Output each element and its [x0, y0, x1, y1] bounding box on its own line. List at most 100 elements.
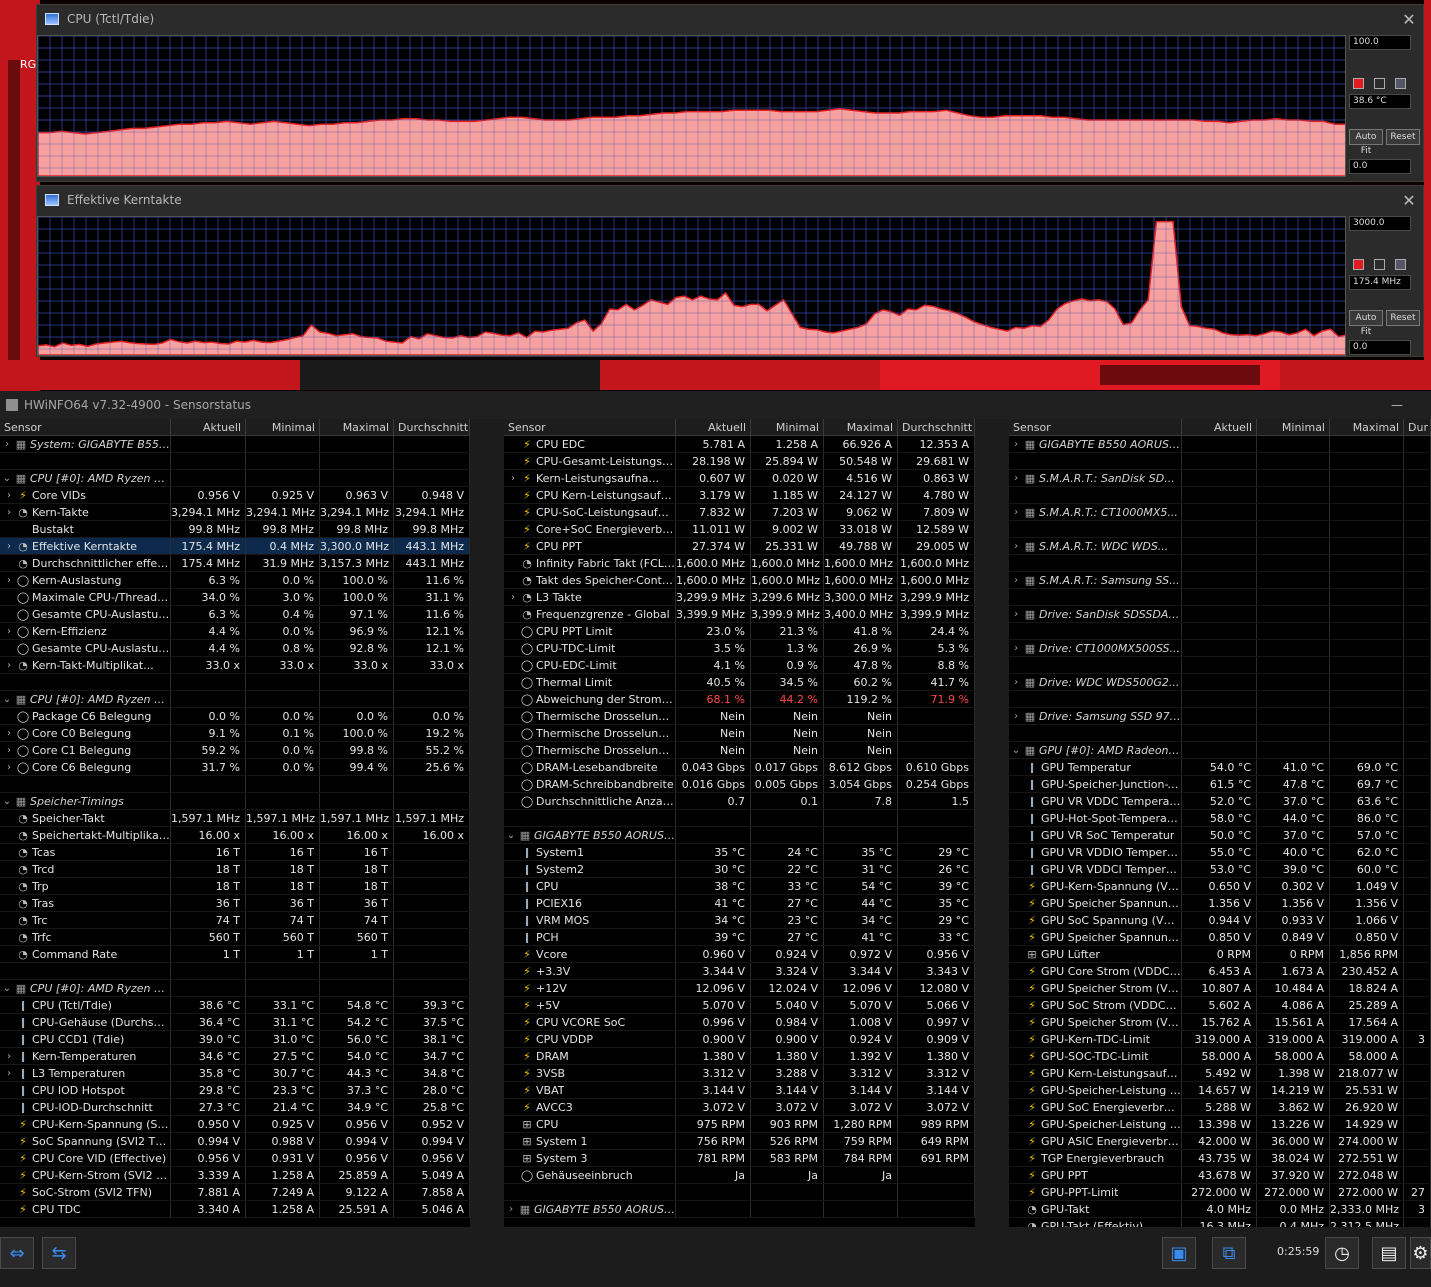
- chevron-down-icon[interactable]: ⌄: [0, 793, 14, 809]
- chevron-right-icon[interactable]: ›: [1009, 538, 1023, 554]
- sensor-row[interactable]: ǀ GPU Temperatur 54.0 °C 41.0 °C 69.0 °C: [1009, 759, 1431, 776]
- chevron-right-icon[interactable]: ›: [2, 504, 16, 520]
- red-color-checkbox[interactable]: [1353, 78, 1364, 89]
- sensor-row[interactable]: › ◔ Kern-Takte 3,294.1 MHz 3,294.1 MHz 3,294.…: [0, 504, 470, 521]
- sensor-row[interactable]: ⊞ CPU 975 RPM 903 RPM 1,280 RPM 989 RPM: [504, 1116, 975, 1133]
- sensor-row[interactable]: ⚡ CPU-Kern-Spannung (SV... 0.950 V 0.925 V0…: [0, 1116, 470, 1133]
- sensor-row[interactable]: ⚡ CPU EDC 5.781 A 1.258 A 66.926 A 12.353 A: [504, 436, 975, 453]
- chevron-right-icon[interactable]: ›: [1009, 470, 1023, 486]
- chevron-right-icon[interactable]: ›: [2, 1065, 16, 1081]
- sensor-row[interactable]: ⚡ CPU Kern-Leistungsaufn... 3.179 W 1.185 W…: [504, 487, 975, 504]
- sensor-group-row[interactable]: ⌄ ▦ CPU [#0]: AMD Ryzen 7 ...: [0, 980, 470, 997]
- close-icon[interactable]: ✕: [1395, 191, 1423, 210]
- reset-button[interactable]: Reset: [1386, 129, 1420, 145]
- sensor-row[interactable]: ⚡ GPU-SOC-TDC-Limit 58.000 A 58.000 A 58.000…: [1009, 1048, 1431, 1065]
- sensor-row[interactable]: ǀ CPU-Gehäuse (Durchsch... 36.4 °C 31.1 °C 5…: [0, 1014, 470, 1031]
- sensor-row[interactable]: ⊞ GPU Lüfter 0 RPM 0 RPM 1,856 RPM: [1009, 946, 1431, 963]
- gray-color-checkbox[interactable]: [1395, 78, 1406, 89]
- sensor-row[interactable]: ⊞ System 3 781 RPM 583 RPM 784 RPM 691 RPM: [504, 1150, 975, 1167]
- sensor-row[interactable]: ◔ Trfc 560 T 560 T 560 T: [0, 929, 470, 946]
- chevron-right-icon[interactable]: ›: [2, 657, 16, 673]
- sensor-row[interactable]: ◯ Thermische Drosselung (... Nein Nein Nein: [504, 708, 975, 725]
- sensor-row[interactable]: ◯ Durchschnittliche Anzahl ... 0.7 0.1 7.8 1.…: [504, 793, 975, 810]
- sensor-row[interactable]: ◔ Command Rate 1 T1 T1 T: [0, 946, 470, 963]
- white-color-checkbox[interactable]: [1374, 259, 1385, 270]
- sensor-group-row[interactable]: › ▦ Drive: Samsung SSD 970...: [1009, 708, 1431, 725]
- sensor-group-row[interactable]: ⌄ ▦ CPU [#0]: AMD Ryzen 7 ...: [0, 470, 470, 487]
- sensor-row[interactable]: ǀ GPU VR VDDCI Temperatur 53.0 °C 39.0 °C 60…: [1009, 861, 1431, 878]
- sensor-row[interactable]: ◔ Tcas 16 T 16 T 16 T: [0, 844, 470, 861]
- sensor-row[interactable]: ⚡ VBAT 3.144 V 3.144 V 3.144 V 3.144 V: [504, 1082, 975, 1099]
- sensor-group-row[interactable]: › ▦ S.M.A.R.T.: WDC WDS...: [1009, 538, 1431, 555]
- sensor-row[interactable]: ǀ CPU (Tctl/Tdie) 38.6 °C 33.1 °C 54.8 °C 39.…: [0, 997, 470, 1014]
- chevron-right-icon[interactable]: ›: [1009, 436, 1023, 452]
- sensor-row[interactable]: ⚡ GPU ASIC Energieverbra... 42.000 W 36.000…: [1009, 1133, 1431, 1150]
- sensor-group-row[interactable]: › ▦ S.M.A.R.T.: Samsung SS...: [1009, 572, 1431, 589]
- sensor-row[interactable]: › ⚡ Kern-Leistungsaufna... 0.607 W 0.020 W 4.…: [504, 470, 975, 487]
- minimize-icon[interactable]: —: [1391, 398, 1403, 412]
- sensor-row[interactable]: ⚡ GPU-PPT-Limit 272.000 W 272.000 W 272.000 …: [1009, 1184, 1431, 1201]
- sensor-row[interactable]: ǀ GPU-Hot-Spot-Temperatur 58.0 °C 44.0 °C 86…: [1009, 810, 1431, 827]
- sensor-row[interactable]: ⚡ GPU-Speicher-Leistung (... 13.398 W 13.22…: [1009, 1116, 1431, 1133]
- sensor-group-row[interactable]: › ▦ S.M.A.R.T.: CT1000MX5...: [1009, 504, 1431, 521]
- sensor-row[interactable]: ◯ DRAM-Schreibbandbreite 0.016 Gbps 0.005 G…: [504, 776, 975, 793]
- sensor-row[interactable]: ◔ GPU-Takt (Effektiv) 16.3 MHz 0.4 MHz 2,312…: [1009, 1218, 1431, 1227]
- sensor-row[interactable]: ǀ CPU IOD Hotspot 29.8 °C 23.3 °C 37.3 °C 28.…: [0, 1082, 470, 1099]
- column-header-value[interactable]: Maximal: [824, 419, 898, 435]
- column-header-sensor[interactable]: Sensor: [504, 419, 676, 435]
- sensor-column-3[interactable]: Sensor Aktuell Minimal Maximal Dur › ▦ GIGABYTE…: [1009, 419, 1431, 1227]
- sensor-row[interactable]: ◔ Trp 18 T 18 T 18 T: [0, 878, 470, 895]
- sensor-row[interactable]: ⚡ SoC Spannung (SVI2 TFN) 0.994 V 0.988 V 0.…: [0, 1133, 470, 1150]
- sensor-row[interactable]: › ◔ Kern-Takt-Multiplikat... 33.0 x 33.0 x 33…: [0, 657, 470, 674]
- sensor-row[interactable]: ⚡ GPU Speicher Spannung ... 1.356 V 1.356 V…: [1009, 895, 1431, 912]
- column-header-value[interactable]: Durchschnitt: [394, 419, 470, 435]
- column-header-value[interactable]: Dur: [1404, 419, 1431, 435]
- sensor-row[interactable]: ⚡ GPU SoC Spannung (VD... 0.944 V 0.933 V 1.…: [1009, 912, 1431, 929]
- sensor-group-row[interactable]: › ▦ Drive: CT1000MX500SS...: [1009, 640, 1431, 657]
- desktop-icon-label[interactable]: RG: [20, 58, 36, 71]
- sensor-row[interactable]: ◯ CPU-TDC-Limit 3.5 % 1.3 % 26.9 % 5.3 %: [504, 640, 975, 657]
- sensor-row[interactable]: ǀ GPU VR VDDIO Temperatur 55.0 °C 40.0 °C 62…: [1009, 844, 1431, 861]
- chevron-right-icon[interactable]: ›: [2, 725, 16, 741]
- titlebar[interactable]: HWiNFO64 v7.32-4900 - Sensorstatus —: [0, 391, 1431, 419]
- sensor-row[interactable]: › ◯ Kern-Auslastung 6.3 % 0.0 % 100.0 % 11.6 %: [0, 572, 470, 589]
- column-header-value[interactable]: Maximal: [320, 419, 394, 435]
- column-header-sensor[interactable]: Sensor: [1009, 419, 1182, 435]
- chevron-right-icon[interactable]: ›: [2, 623, 16, 639]
- sensor-group-row[interactable]: ⌄ ▦ GIGABYTE B550 AORUS ...: [504, 827, 975, 844]
- red-color-checkbox[interactable]: [1353, 259, 1364, 270]
- sensor-row[interactable]: ⚡ CPU-SoC-Leistungsaufn... 7.832 W 7.203 W9…: [504, 504, 975, 521]
- navigate-arrows-icon[interactable]: ⇔: [0, 1237, 34, 1269]
- sensor-row[interactable]: › ǀ L3 Temperaturen 35.8 °C 30.7 °C 44.3 °C 34…: [0, 1065, 470, 1082]
- chevron-right-icon[interactable]: ›: [1009, 640, 1023, 656]
- sensor-row[interactable]: › ⚡ Core VIDs 0.956 V 0.925 V 0.963 V 0.948 V: [0, 487, 470, 504]
- column-header-sensor[interactable]: Sensor: [0, 419, 171, 435]
- sensor-row[interactable]: ⚡ TGP Energieverbrauch 43.735 W 38.024 W 272…: [1009, 1150, 1431, 1167]
- sensor-row[interactable]: ⚡ Vcore 0.960 V 0.924 V 0.972 V 0.956 V: [504, 946, 975, 963]
- column-header-value[interactable]: Minimal: [246, 419, 320, 435]
- auto-fit-button[interactable]: Auto Fit: [1349, 310, 1383, 337]
- sensor-row[interactable]: ◯ Thermische Drosselung (... Nein Nein Nein: [504, 725, 975, 742]
- report-icon[interactable]: ▤: [1372, 1237, 1406, 1269]
- chevron-right-icon[interactable]: ›: [1009, 504, 1023, 520]
- sensor-row[interactable]: ǀ CPU CCD1 (Tdie) 39.0 °C 31.0 °C 56.0 °C 38.…: [0, 1031, 470, 1048]
- sensor-row[interactable]: ◔ Infinity Fabric Takt (FCLK) 1,600.0 MHz 1…: [504, 555, 975, 572]
- collapse-arrows-icon[interactable]: ⇆: [42, 1237, 76, 1269]
- sensor-row[interactable]: ⚡ CPU-Gesamt-Leistungsa... 28.198 W 25.894 …: [504, 453, 975, 470]
- sensor-group-row[interactable]: › ▦ Drive: WDC WDS500G2...: [1009, 674, 1431, 691]
- sensor-row[interactable]: ⚡ GPU-Kern-TDC-Limit 319.000 A 319.000 A 319…: [1009, 1031, 1431, 1048]
- sensor-group-row[interactable]: › ▦ GIGABYTE B550 AORUS ...: [504, 1201, 975, 1218]
- network-computers-icon[interactable]: ⧉: [1212, 1237, 1246, 1269]
- clock-icon[interactable]: ◷: [1325, 1237, 1359, 1269]
- chevron-down-icon[interactable]: ⌄: [1009, 742, 1023, 758]
- sensor-row[interactable]: ⚡ GPU Speicher Spannung ... 0.850 V 0.849 V…: [1009, 929, 1431, 946]
- sensor-row[interactable]: › ◔ L3 Takte 3,299.9 MHz 3,299.6 MHz 3,300.0 …: [504, 589, 975, 606]
- sensor-row[interactable]: ⚡ CPU VDDP 0.900 V 0.900 V 0.924 V 0.909 V: [504, 1031, 975, 1048]
- sensor-row[interactable]: ⚡ GPU PPT 43.678 W 37.920 W 272.048 W: [1009, 1167, 1431, 1184]
- chevron-right-icon[interactable]: ›: [2, 538, 16, 554]
- chevron-down-icon[interactable]: ⌄: [504, 827, 518, 843]
- sensor-row[interactable]: ⚡ GPU SoC Energieverbrau... 5.288 W 3.862 W…: [1009, 1099, 1431, 1116]
- sensor-row[interactable]: ⚡ GPU Kern-Leistungsaufn... 5.492 W 1.398 W…: [1009, 1065, 1431, 1082]
- column-header-value[interactable]: Aktuell: [676, 419, 751, 435]
- chevron-right-icon[interactable]: ›: [2, 572, 16, 588]
